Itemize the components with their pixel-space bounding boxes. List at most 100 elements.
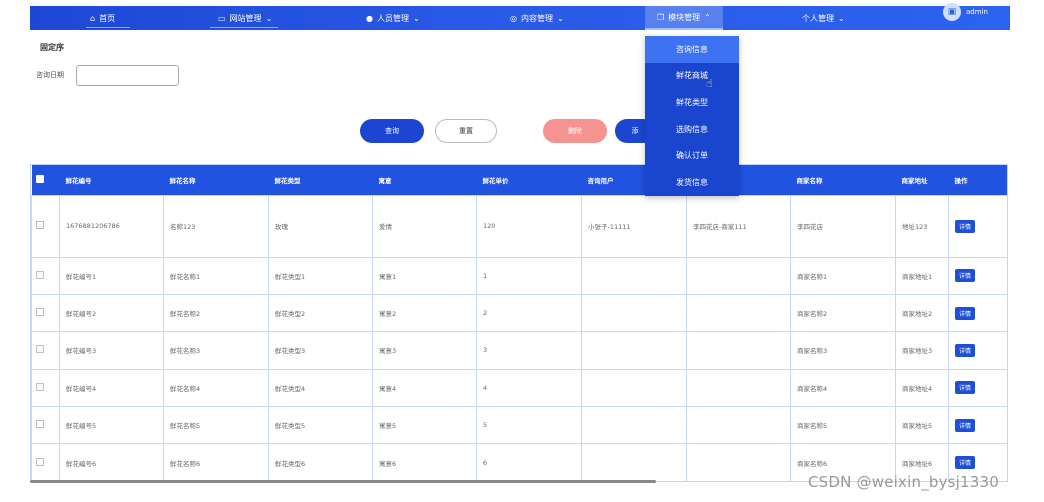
menu-item-purchase[interactable]: 选购信息 xyxy=(645,116,739,143)
table-cell: 鲜花类型4 xyxy=(268,368,373,408)
row-checkbox[interactable] xyxy=(36,345,44,354)
table-cell: 鲜花类型3 xyxy=(268,331,373,370)
table-cell: 商家名称4 xyxy=(790,368,896,408)
row-checkbox[interactable] xyxy=(36,457,44,466)
table-row: 1676881206786 名称123 玫瑰 爱情 120 小张子-11111 李四花店-商… xyxy=(31,194,1007,258)
table-row: 鲜花编号4 鲜花名称4 鲜花类型4 寓意4 4 商家名称4 商家地址4 详情 xyxy=(31,368,1007,408)
nav-module-label: 模块管理 xyxy=(668,12,701,22)
table-row: 鲜花编号1 鲜花名称1 鲜花类型1 寓意1 1 商家名称1 商家地址1 详情 xyxy=(31,256,1007,295)
date-input[interactable] xyxy=(76,65,179,86)
select-all-checkbox[interactable] xyxy=(35,174,44,183)
module-icon: ❐ xyxy=(657,12,665,22)
table-cell: 寓意6 xyxy=(372,443,477,481)
table-cell: 商家地址5 xyxy=(895,406,949,445)
select-all-cell[interactable] xyxy=(31,165,60,195)
table-cell xyxy=(581,293,687,333)
page: ⌂ 首页 ▭ 网站管理 ⌄ ● 人员管理 ⌄ ◎ 内容管理 ⌄ ❐ 模块管理 ⌃… xyxy=(0,0,1044,502)
horizontal-scrollbar[interactable] xyxy=(30,480,656,483)
detail-button[interactable]: 详情 xyxy=(955,219,976,233)
header-flower-type: 鲜花类型 xyxy=(268,165,373,195)
menu-item-shipping[interactable]: 发货信息 xyxy=(645,169,739,196)
query-button[interactable]: 查询 xyxy=(360,119,424,143)
home-icon: ⌂ xyxy=(90,13,96,23)
table-header-row: 鲜花编号 鲜花名称 鲜花类型 寓意 鲜花单价 咨询用户 商家名称 商家地址 操作 xyxy=(31,165,1007,195)
table-cell: 1676881206786 xyxy=(59,194,164,258)
table-cell: 6 xyxy=(476,443,582,481)
actions-cell: 详情 xyxy=(948,256,1007,295)
nav-home-label: 首页 xyxy=(99,13,116,23)
table-cell: 商家名称3 xyxy=(790,331,896,370)
image-icon: ▣ xyxy=(947,7,957,17)
nav-people[interactable]: ● 人员管理 ⌄ xyxy=(366,6,420,30)
table-cell: 商家名称1 xyxy=(790,256,896,295)
header-flower-no: 鲜花编号 xyxy=(59,165,164,195)
row-select-cell[interactable] xyxy=(31,406,60,445)
table-cell xyxy=(686,368,791,408)
delete-button[interactable]: 删除 xyxy=(543,119,607,143)
table-cell xyxy=(581,368,687,408)
row-select-cell[interactable] xyxy=(31,331,60,370)
table-cell: 商家地址3 xyxy=(895,331,949,370)
table-cell: 鲜花名称1 xyxy=(163,256,269,295)
content-icon: ◎ xyxy=(510,13,517,23)
table-cell: 鲜花编号5 xyxy=(59,406,164,445)
row-checkbox[interactable] xyxy=(36,420,44,429)
header-price: 鲜花单价 xyxy=(476,165,582,195)
menu-item-flower-type[interactable]: 鲜花类型 xyxy=(645,89,739,116)
nav-content[interactable]: ◎ 内容管理 ⌄ xyxy=(510,6,564,30)
row-checkbox[interactable] xyxy=(36,221,44,229)
detail-button[interactable]: 详情 xyxy=(955,269,976,283)
detail-button[interactable]: 详情 xyxy=(955,418,976,432)
reset-button[interactable]: 重置 xyxy=(435,119,497,143)
table-cell: 3 xyxy=(476,331,582,370)
row-checkbox[interactable] xyxy=(36,270,44,279)
detail-button[interactable]: 详情 xyxy=(955,456,976,470)
table-cell: 寓意3 xyxy=(372,331,477,370)
table-cell: 寓意2 xyxy=(372,293,477,333)
table-cell: 小张子-11111 xyxy=(581,194,687,258)
nav-personal-label: 个人管理 xyxy=(802,13,834,23)
table-cell: 鲜花类型1 xyxy=(268,256,373,295)
table-cell: 2 xyxy=(476,293,582,333)
pointer-cursor-icon: ☝ xyxy=(706,77,713,90)
row-select-cell[interactable] xyxy=(31,194,60,258)
table-cell: 鲜花名称3 xyxy=(163,331,269,370)
menu-item-flower-mall[interactable]: 鲜花商城 xyxy=(645,63,739,90)
chevron-down-icon: ⌄ xyxy=(838,13,845,23)
table-cell: 鲜花名称6 xyxy=(163,443,269,481)
row-select-cell[interactable] xyxy=(31,256,60,295)
watermark: CSDN @weixin_bysj1330 xyxy=(808,473,1000,491)
table-cell xyxy=(686,293,791,333)
avatar[interactable]: ▣ xyxy=(943,3,961,21)
header-shop-address: 商家地址 xyxy=(895,165,949,195)
table-cell: 120 xyxy=(476,194,582,258)
nav-personal[interactable]: 个人管理 ⌄ xyxy=(802,6,845,30)
row-checkbox[interactable] xyxy=(36,382,44,391)
row-select-cell[interactable] xyxy=(31,368,60,408)
table-cell: 鲜花类型5 xyxy=(268,406,373,445)
row-select-cell[interactable] xyxy=(31,293,60,333)
detail-button[interactable]: 详情 xyxy=(955,306,976,320)
username[interactable]: admin xyxy=(966,0,988,24)
detail-button[interactable]: 详情 xyxy=(955,381,976,395)
header-meaning: 寓意 xyxy=(372,165,477,195)
user-icon: ● xyxy=(366,13,373,23)
table-cell: 李四花店 xyxy=(790,194,896,258)
actions-cell: 详情 xyxy=(948,293,1007,333)
row-checkbox[interactable] xyxy=(36,308,44,317)
row-select-cell[interactable] xyxy=(31,443,60,481)
menu-item-consult[interactable]: 咨询信息 xyxy=(645,36,739,63)
table-cell xyxy=(581,406,687,445)
menu-item-confirm-order[interactable]: 确认订单 xyxy=(645,142,739,169)
nav-content-label: 内容管理 xyxy=(520,13,553,23)
table-cell: 商家名称5 xyxy=(790,406,896,445)
table-row: 鲜花编号2 鲜花名称2 鲜花类型2 寓意2 2 商家名称2 商家地址2 详情 xyxy=(31,293,1007,333)
nav-module[interactable]: ❐ 模块管理 ⌃ xyxy=(645,6,723,30)
table-cell xyxy=(686,331,791,370)
table-cell xyxy=(686,256,791,295)
detail-button[interactable]: 详情 xyxy=(955,343,976,357)
table-cell: 5 xyxy=(476,406,582,445)
table-cell: 鲜花类型6 xyxy=(268,443,373,481)
table-cell: 商家地址1 xyxy=(895,256,949,295)
monitor-icon: ▭ xyxy=(218,13,226,23)
